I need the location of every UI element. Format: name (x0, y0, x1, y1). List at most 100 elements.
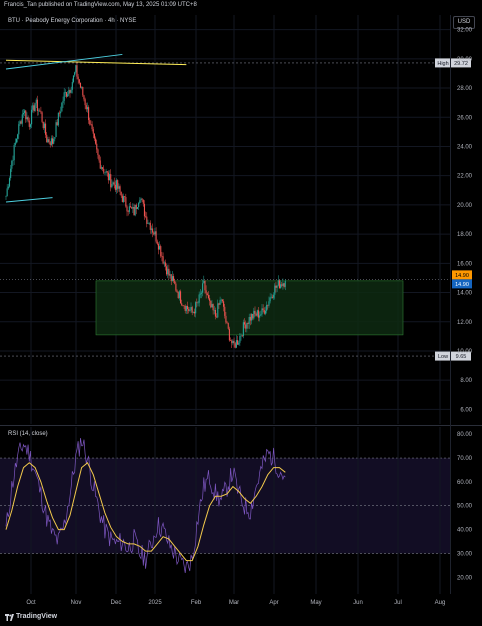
time-tick-label: Mar (229, 600, 239, 606)
rsi-tick-label: 60.00 (457, 480, 473, 486)
candle-body (75, 65, 77, 73)
candle-body (241, 335, 243, 337)
candle-body (189, 310, 191, 311)
candle-body (259, 315, 261, 318)
candle-body (164, 262, 166, 267)
price-and-rsi-chart[interactable]: High 29.72Low 9.6514.9014.90 6.008.0010.00… (0, 12, 482, 610)
candle-body (128, 206, 130, 212)
time-tick-label: Feb (191, 600, 202, 606)
candle-body (168, 268, 170, 276)
candle-body (110, 174, 112, 188)
candle-body (156, 241, 158, 244)
candle-body (47, 139, 49, 143)
time-axis: Oct Nov Dec 2025 Feb Mar Apr May Jun Jul Aug (26, 600, 445, 606)
candle-body (117, 180, 119, 189)
candle-body (147, 223, 149, 224)
candle-body (174, 280, 176, 284)
candle-body (183, 305, 185, 307)
candle-body (175, 283, 177, 291)
candle-body (203, 280, 205, 284)
candle-body (280, 284, 282, 289)
candle-body (152, 228, 154, 233)
candle-body (133, 207, 135, 216)
candle-body (142, 199, 144, 204)
candle-body (24, 110, 26, 114)
time-tick-label: Jul (394, 600, 402, 606)
candle-body (226, 322, 228, 324)
candle-body (260, 314, 262, 316)
candle-body (282, 283, 284, 286)
candle-body (61, 102, 63, 112)
candle-body (171, 276, 173, 281)
candle-body (91, 124, 93, 130)
candle-body (45, 123, 47, 135)
candle-body (243, 322, 246, 325)
candle-body (235, 340, 237, 348)
candle-body (275, 285, 277, 288)
top-bar: Francis_Tan published on TradingView.com… (0, 0, 482, 12)
low-tag-value: 9.65 (456, 354, 467, 360)
candle-body (86, 107, 89, 110)
price-tick-label: 6.00 (460, 407, 472, 413)
candle-body (140, 198, 142, 201)
candle-body (113, 182, 115, 185)
candle-body (31, 109, 33, 125)
rsi-tick-label: 30.00 (457, 551, 473, 557)
candle-body (63, 92, 65, 101)
candle-body (132, 207, 134, 209)
support-zone-rect (95, 280, 404, 336)
rsi-title: RSI (14, close) (8, 431, 48, 437)
publisher-text: Francis_Tan published on TradingView.com… (4, 2, 197, 8)
candle-body (56, 122, 58, 126)
candle-body (192, 311, 194, 313)
candle-body (149, 222, 151, 230)
candle-body (5, 196, 7, 197)
candle-body (26, 117, 28, 120)
rsi-pane[interactable]: 20.00 30.00 40.00 50.00 60.00 70.00 80.00 RSI … (0, 427, 473, 594)
candle-body (278, 280, 280, 289)
candle-body (247, 323, 249, 324)
candle-body (83, 95, 85, 100)
candle-body (33, 105, 35, 112)
candle-body (205, 290, 207, 294)
candle-body (120, 191, 122, 196)
candle-body (176, 290, 178, 293)
candle-body (70, 89, 72, 93)
candle-body (179, 291, 182, 304)
tradingview-brand: TradingView (16, 613, 58, 620)
last-price-label: 14.90 (455, 273, 469, 279)
candle-body (15, 138, 18, 143)
candle-body (181, 303, 183, 306)
candle-body (60, 111, 62, 114)
high-tag-label: High (437, 61, 448, 67)
rsi-tick-label: 20.00 (457, 575, 473, 581)
candle-body (34, 103, 36, 112)
candle-body (230, 340, 232, 342)
rsi-tick-label: 50.00 (457, 504, 473, 510)
candle-body (188, 309, 190, 311)
candle-body (271, 296, 274, 298)
candle-body (134, 204, 136, 216)
candle-body (100, 167, 102, 169)
rsi-axis: 20.00 30.00 40.00 50.00 60.00 70.00 80.00 (457, 432, 473, 581)
candle-body (92, 129, 94, 134)
candle-body (115, 180, 118, 190)
candle-body (264, 310, 267, 314)
bottom-bar (0, 610, 482, 626)
candle-body (119, 186, 121, 192)
price-pane[interactable]: High 29.72Low 9.6514.9014.90 6.008.0010.00… (0, 15, 473, 424)
price-tick-label: 16.00 (457, 261, 473, 267)
time-tick-label: Dec (111, 600, 122, 606)
candle-body (262, 308, 264, 311)
candle-body (163, 262, 165, 264)
candle-body (76, 65, 78, 77)
candle-body (245, 324, 247, 329)
candle-body (46, 134, 48, 143)
candle-body (161, 256, 163, 257)
candle-body (248, 316, 250, 324)
candle-body (283, 283, 285, 287)
candle-body (145, 216, 147, 217)
candle-body (210, 300, 212, 308)
candle-body (95, 138, 97, 144)
candle-body (232, 340, 234, 344)
